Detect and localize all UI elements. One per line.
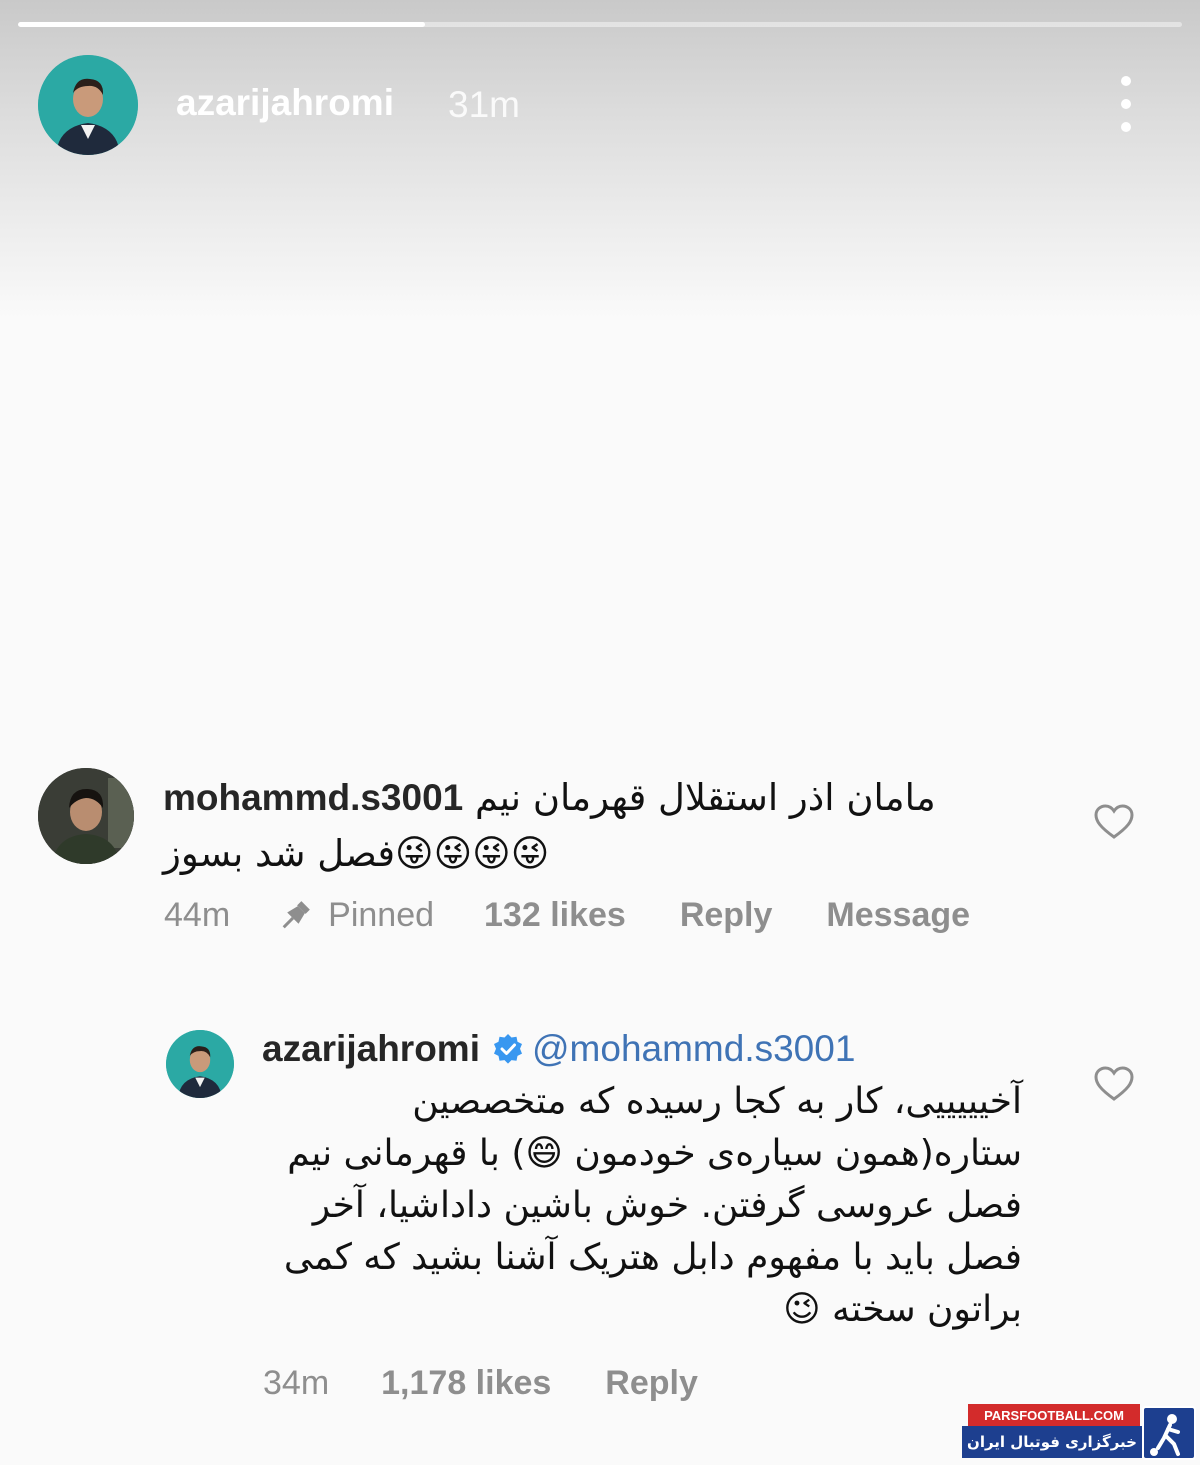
avatar-image <box>166 1030 234 1098</box>
reply-header: azarijahromi @mohammd.s3001 <box>262 1028 855 1070</box>
comment-body: mohammd.s3001 مامان اذر استقلال قهرمان ن… <box>163 770 1023 882</box>
pinned-label: Pinned <box>328 896 435 934</box>
story-progress-fill <box>18 22 426 27</box>
more-dot <box>1121 99 1131 109</box>
reply-likes[interactable]: 1,178 likes <box>381 1364 551 1403</box>
story-progress-bar <box>18 22 1182 27</box>
more-dot <box>1121 122 1131 132</box>
watermark-logo: PARSFOOTBALL.COM خبرگزاری فوتبال ایران <box>962 1404 1198 1462</box>
player-silhouette <box>1150 1414 1180 1456</box>
story-username[interactable]: azarijahromi <box>176 82 394 124</box>
comment-time: 44m <box>164 896 231 934</box>
more-vertical-icon <box>1121 76 1131 86</box>
comment-meta-row: 44m Pinned 132 likes Reply Message <box>164 896 970 935</box>
avatar-image <box>38 768 134 864</box>
pin-icon <box>282 900 310 928</box>
verified-badge-icon <box>493 1034 522 1064</box>
story-avatar[interactable] <box>38 55 138 155</box>
reply-mention[interactable]: @mohammd.s3001 <box>532 1028 855 1070</box>
reply-meta-row: 34m 1,178 likes Reply <box>263 1364 698 1403</box>
more-options-button[interactable] <box>1108 76 1144 132</box>
watermark-site: PARSFOOTBALL.COM <box>968 1404 1140 1426</box>
reply-avatar[interactable] <box>166 1030 234 1098</box>
football-player-icon <box>1142 1406 1196 1460</box>
avatar-image <box>38 55 138 155</box>
reply-text: آخیییییی، کار به کجا رسیده که متخصصین ست… <box>283 1081 1022 1330</box>
reply-reply-button[interactable]: Reply <box>605 1364 698 1403</box>
comment-likes[interactable]: 132 likes <box>484 896 626 935</box>
reply-username[interactable]: azarijahromi <box>262 1028 480 1070</box>
reply-time: 34m <box>263 1364 330 1402</box>
heart-outline-icon[interactable] <box>1094 1066 1134 1102</box>
comment-username[interactable]: mohammd.s3001 <box>163 777 463 818</box>
comment-avatar[interactable] <box>38 768 134 864</box>
comment-reply-button[interactable]: Reply <box>680 896 773 935</box>
watermark-tagline: خبرگزاری فوتبال ایران <box>962 1426 1142 1458</box>
story-header-gradient <box>0 0 1200 320</box>
heart-outline-icon[interactable] <box>1094 804 1134 840</box>
comment-message-button[interactable]: Message <box>826 896 970 935</box>
story-timestamp: 31m <box>448 84 520 125</box>
